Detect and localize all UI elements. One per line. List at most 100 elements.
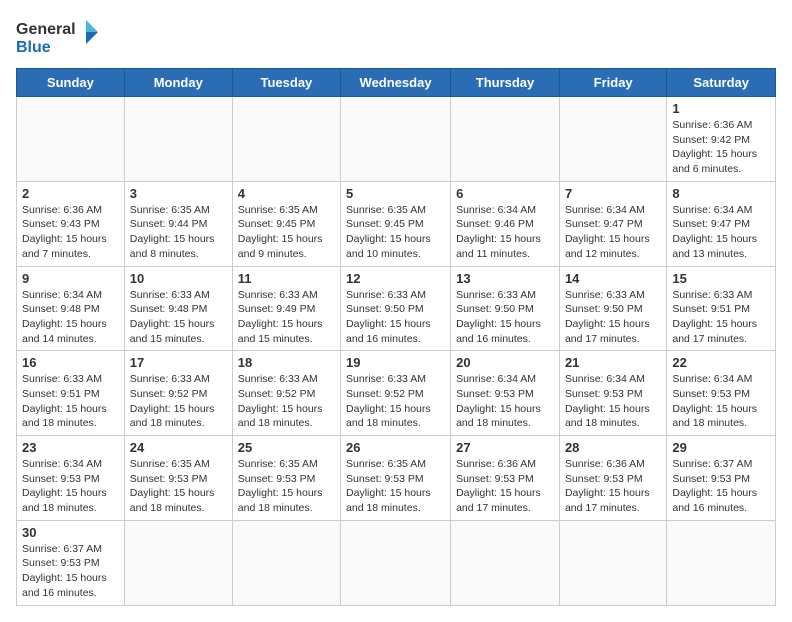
calendar-cell: 2 Sunrise: 6:36 AM Sunset: 9:43 PM Daylig… bbox=[17, 181, 125, 266]
calendar-cell bbox=[232, 520, 340, 605]
day-info: Sunrise: 6:36 AM Sunset: 9:43 PM Dayligh… bbox=[22, 203, 119, 262]
day-number: 5 bbox=[346, 186, 445, 201]
calendar-cell bbox=[124, 97, 232, 182]
day-number: 4 bbox=[238, 186, 335, 201]
day-info: Sunrise: 6:33 AM Sunset: 9:48 PM Dayligh… bbox=[130, 288, 227, 347]
calendar-cell bbox=[559, 97, 666, 182]
day-number: 17 bbox=[130, 355, 227, 370]
svg-text:General: General bbox=[16, 21, 76, 38]
day-info: Sunrise: 6:36 AM Sunset: 9:42 PM Dayligh… bbox=[672, 118, 770, 177]
calendar-cell: 22 Sunrise: 6:34 AM Sunset: 9:53 PM Dayli… bbox=[667, 351, 776, 436]
day-info: Sunrise: 6:35 AM Sunset: 9:45 PM Dayligh… bbox=[238, 203, 335, 262]
calendar-cell: 27Sunrise: 6:36 AM Sunset: 9:53 PM Dayli… bbox=[451, 436, 560, 521]
calendar-cell: 13 Sunrise: 6:33 AM Sunset: 9:50 PM Dayli… bbox=[451, 266, 560, 351]
day-number: 14 bbox=[565, 271, 661, 286]
calendar-cell: 7Sunrise: 6:34 AM Sunset: 9:47 PM Daylig… bbox=[559, 181, 666, 266]
weekday-header-thursday: Thursday bbox=[451, 69, 560, 97]
calendar-cell: 4 Sunrise: 6:35 AM Sunset: 9:45 PM Daylig… bbox=[232, 181, 340, 266]
calendar-cell: 1 Sunrise: 6:36 AM Sunset: 9:42 PM Daylig… bbox=[667, 97, 776, 182]
day-info: Sunrise: 6:33 AM Sunset: 9:50 PM Dayligh… bbox=[565, 288, 661, 347]
calendar-cell bbox=[124, 520, 232, 605]
calendar-cell: 8 Sunrise: 6:34 AM Sunset: 9:47 PM Daylig… bbox=[667, 181, 776, 266]
week-row-4: 16 Sunrise: 6:33 AM Sunset: 9:51 PM Dayli… bbox=[17, 351, 776, 436]
day-number: 22 bbox=[672, 355, 770, 370]
day-number: 3 bbox=[130, 186, 227, 201]
calendar-table: SundayMondayTuesdayWednesdayThursdayFrid… bbox=[16, 68, 776, 606]
day-number: 2 bbox=[22, 186, 119, 201]
week-row-3: 9 Sunrise: 6:34 AM Sunset: 9:48 PM Daylig… bbox=[17, 266, 776, 351]
calendar-cell: 28 Sunrise: 6:36 AM Sunset: 9:53 PM Dayli… bbox=[559, 436, 666, 521]
day-info: Sunrise: 6:35 AM Sunset: 9:53 PM Dayligh… bbox=[238, 457, 335, 516]
day-number: 1 bbox=[672, 101, 770, 116]
day-number: 30 bbox=[22, 525, 119, 540]
day-number: 8 bbox=[672, 186, 770, 201]
calendar-cell: 30 Sunrise: 6:37 AM Sunset: 9:53 PM Dayli… bbox=[17, 520, 125, 605]
day-number: 21 bbox=[565, 355, 661, 370]
calendar-cell: 25Sunrise: 6:35 AM Sunset: 9:53 PM Dayli… bbox=[232, 436, 340, 521]
calendar-cell: 19Sunrise: 6:33 AM Sunset: 9:52 PM Dayli… bbox=[341, 351, 451, 436]
day-info: Sunrise: 6:33 AM Sunset: 9:52 PM Dayligh… bbox=[130, 372, 227, 431]
day-number: 18 bbox=[238, 355, 335, 370]
day-info: Sunrise: 6:34 AM Sunset: 9:53 PM Dayligh… bbox=[456, 372, 554, 431]
day-info: Sunrise: 6:34 AM Sunset: 9:53 PM Dayligh… bbox=[565, 372, 661, 431]
calendar-cell: 16 Sunrise: 6:33 AM Sunset: 9:51 PM Dayli… bbox=[17, 351, 125, 436]
day-number: 29 bbox=[672, 440, 770, 455]
calendar-cell bbox=[232, 97, 340, 182]
calendar-cell bbox=[341, 520, 451, 605]
day-info: Sunrise: 6:35 AM Sunset: 9:44 PM Dayligh… bbox=[130, 203, 227, 262]
day-info: Sunrise: 6:33 AM Sunset: 9:50 PM Dayligh… bbox=[456, 288, 554, 347]
weekday-header-saturday: Saturday bbox=[667, 69, 776, 97]
calendar-cell bbox=[341, 97, 451, 182]
day-number: 13 bbox=[456, 271, 554, 286]
day-info: Sunrise: 6:34 AM Sunset: 9:53 PM Dayligh… bbox=[672, 372, 770, 431]
day-info: Sunrise: 6:33 AM Sunset: 9:52 PM Dayligh… bbox=[346, 372, 445, 431]
day-info: Sunrise: 6:37 AM Sunset: 9:53 PM Dayligh… bbox=[22, 542, 119, 601]
weekday-header-monday: Monday bbox=[124, 69, 232, 97]
day-info: Sunrise: 6:37 AM Sunset: 9:53 PM Dayligh… bbox=[672, 457, 770, 516]
day-number: 26 bbox=[346, 440, 445, 455]
day-info: Sunrise: 6:36 AM Sunset: 9:53 PM Dayligh… bbox=[456, 457, 554, 516]
weekday-header-tuesday: Tuesday bbox=[232, 69, 340, 97]
day-info: Sunrise: 6:34 AM Sunset: 9:46 PM Dayligh… bbox=[456, 203, 554, 262]
weekday-header-row: SundayMondayTuesdayWednesdayThursdayFrid… bbox=[17, 69, 776, 97]
day-number: 15 bbox=[672, 271, 770, 286]
day-number: 23 bbox=[22, 440, 119, 455]
calendar-cell: 12Sunrise: 6:33 AM Sunset: 9:50 PM Dayli… bbox=[341, 266, 451, 351]
calendar-cell bbox=[451, 520, 560, 605]
calendar-cell: 17 Sunrise: 6:33 AM Sunset: 9:52 PM Dayli… bbox=[124, 351, 232, 436]
calendar-cell: 23 Sunrise: 6:34 AM Sunset: 9:53 PM Dayli… bbox=[17, 436, 125, 521]
day-info: Sunrise: 6:35 AM Sunset: 9:53 PM Dayligh… bbox=[346, 457, 445, 516]
calendar-cell bbox=[667, 520, 776, 605]
calendar-cell: 14 Sunrise: 6:33 AM Sunset: 9:50 PM Dayli… bbox=[559, 266, 666, 351]
day-info: Sunrise: 6:34 AM Sunset: 9:48 PM Dayligh… bbox=[22, 288, 119, 347]
day-info: Sunrise: 6:33 AM Sunset: 9:52 PM Dayligh… bbox=[238, 372, 335, 431]
day-number: 24 bbox=[130, 440, 227, 455]
calendar-cell: 6 Sunrise: 6:34 AM Sunset: 9:46 PM Daylig… bbox=[451, 181, 560, 266]
day-number: 9 bbox=[22, 271, 119, 286]
calendar-cell: 11Sunrise: 6:33 AM Sunset: 9:49 PM Dayli… bbox=[232, 266, 340, 351]
day-number: 28 bbox=[565, 440, 661, 455]
calendar-cell: 9 Sunrise: 6:34 AM Sunset: 9:48 PM Daylig… bbox=[17, 266, 125, 351]
week-row-2: 2 Sunrise: 6:36 AM Sunset: 9:43 PM Daylig… bbox=[17, 181, 776, 266]
logo: GeneralBlue bbox=[16, 16, 106, 60]
calendar-cell: 24Sunrise: 6:35 AM Sunset: 9:53 PM Dayli… bbox=[124, 436, 232, 521]
day-info: Sunrise: 6:34 AM Sunset: 9:47 PM Dayligh… bbox=[672, 203, 770, 262]
calendar-cell: 10Sunrise: 6:33 AM Sunset: 9:48 PM Dayli… bbox=[124, 266, 232, 351]
calendar-cell: 18 Sunrise: 6:33 AM Sunset: 9:52 PM Dayli… bbox=[232, 351, 340, 436]
calendar-cell: 29 Sunrise: 6:37 AM Sunset: 9:53 PM Dayli… bbox=[667, 436, 776, 521]
day-number: 6 bbox=[456, 186, 554, 201]
day-info: Sunrise: 6:34 AM Sunset: 9:53 PM Dayligh… bbox=[22, 457, 119, 516]
svg-text:Blue: Blue bbox=[16, 39, 51, 56]
calendar-cell: 5 Sunrise: 6:35 AM Sunset: 9:45 PM Daylig… bbox=[341, 181, 451, 266]
day-info: Sunrise: 6:35 AM Sunset: 9:45 PM Dayligh… bbox=[346, 203, 445, 262]
day-info: Sunrise: 6:36 AM Sunset: 9:53 PM Dayligh… bbox=[565, 457, 661, 516]
calendar-cell: 20 Sunrise: 6:34 AM Sunset: 9:53 PM Dayli… bbox=[451, 351, 560, 436]
day-number: 7 bbox=[565, 186, 661, 201]
weekday-header-wednesday: Wednesday bbox=[341, 69, 451, 97]
day-info: Sunrise: 6:33 AM Sunset: 9:50 PM Dayligh… bbox=[346, 288, 445, 347]
calendar-cell: 15Sunrise: 6:33 AM Sunset: 9:51 PM Dayli… bbox=[667, 266, 776, 351]
day-info: Sunrise: 6:33 AM Sunset: 9:51 PM Dayligh… bbox=[22, 372, 119, 431]
day-number: 20 bbox=[456, 355, 554, 370]
day-number: 16 bbox=[22, 355, 119, 370]
calendar-cell bbox=[559, 520, 666, 605]
